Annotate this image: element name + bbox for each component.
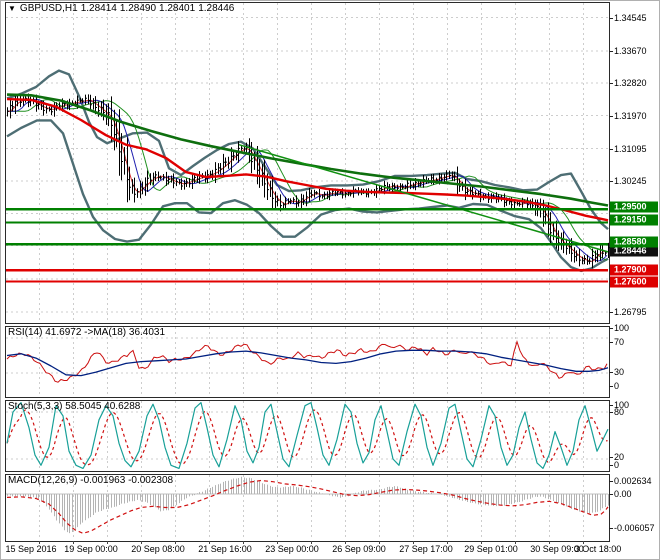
- symbol-label: GBPUSD,H1: [19, 3, 78, 14]
- resistance-price-badge: 1.29150: [610, 214, 658, 226]
- price-axis-label: 1.33670: [614, 46, 647, 56]
- macd-scale-label: 0.002634: [614, 476, 652, 486]
- macd-scale-label: -0.006057: [614, 523, 655, 533]
- support-price-badge: 1.27600: [610, 276, 658, 288]
- quote-open: 1.28414: [80, 3, 117, 14]
- time-axis-label: 27 Sep 17:00: [399, 544, 453, 554]
- time-axis-label: 15 Sep 2016: [5, 544, 57, 554]
- quote-close: 1.28446: [198, 3, 235, 14]
- price-axis-label: 1.31095: [614, 144, 647, 154]
- time-axis-label: 20 Sep 08:00: [131, 544, 185, 554]
- stoch-scale-label: 80: [614, 407, 625, 417]
- support-price-badge: 1.28580: [610, 236, 658, 248]
- price-axis-label: 1.32820: [614, 78, 647, 88]
- price-axis-label: 1.34545: [614, 13, 647, 23]
- macd-scale-label: 0.00: [614, 489, 632, 499]
- quote-low: 1.28401: [159, 3, 196, 14]
- rsi-scale-label: 100: [614, 323, 630, 333]
- time-axis-label: 23 Sep 00:00: [265, 544, 319, 554]
- quote-high: 1.28490: [119, 3, 157, 14]
- rsi-indicator-label: RSI(14) 41.6972 ->MA(18) 36.4031: [8, 327, 166, 338]
- rsi-scale-label: 30: [614, 367, 625, 377]
- resistance-price-badge: 1.29500: [610, 201, 658, 213]
- time-axis-label: 21 Sep 16:00: [198, 544, 252, 554]
- time-axis-label: 26 Sep 09:00: [332, 544, 386, 554]
- rsi-scale-label: 0: [614, 381, 620, 391]
- price-axis-label: 1.26795: [614, 307, 647, 317]
- symbol-dropdown-icon[interactable]: ▼: [8, 4, 16, 13]
- chart-title: ▼ GBPUSD,H1 1.28414 1.28490 1.28401 1.28446: [8, 3, 237, 14]
- stoch-indicator-label: Stoch(5,3,3) 58.5045 40.6288: [8, 401, 141, 412]
- support-price-badge: 1.27900: [610, 264, 658, 276]
- price-axis-label: 1.30245: [614, 176, 647, 186]
- time-axis-label: 29 Sep 01:00: [464, 544, 518, 554]
- macd-indicator-label: MACD(12,26,9) -0.001963 -0.002308: [8, 475, 174, 486]
- rsi-scale-label: 70: [614, 337, 625, 347]
- time-axis-label: 3 Oct 18:00: [574, 544, 622, 554]
- time-axis-label: 19 Sep 00:00: [64, 544, 118, 554]
- price-axis-label: 1.31970: [614, 111, 647, 121]
- stoch-scale-label: 0: [614, 460, 620, 470]
- chart-window: ▼ GBPUSD,H1 1.28414 1.28490 1.28401 1.28446 R…: [0, 0, 660, 560]
